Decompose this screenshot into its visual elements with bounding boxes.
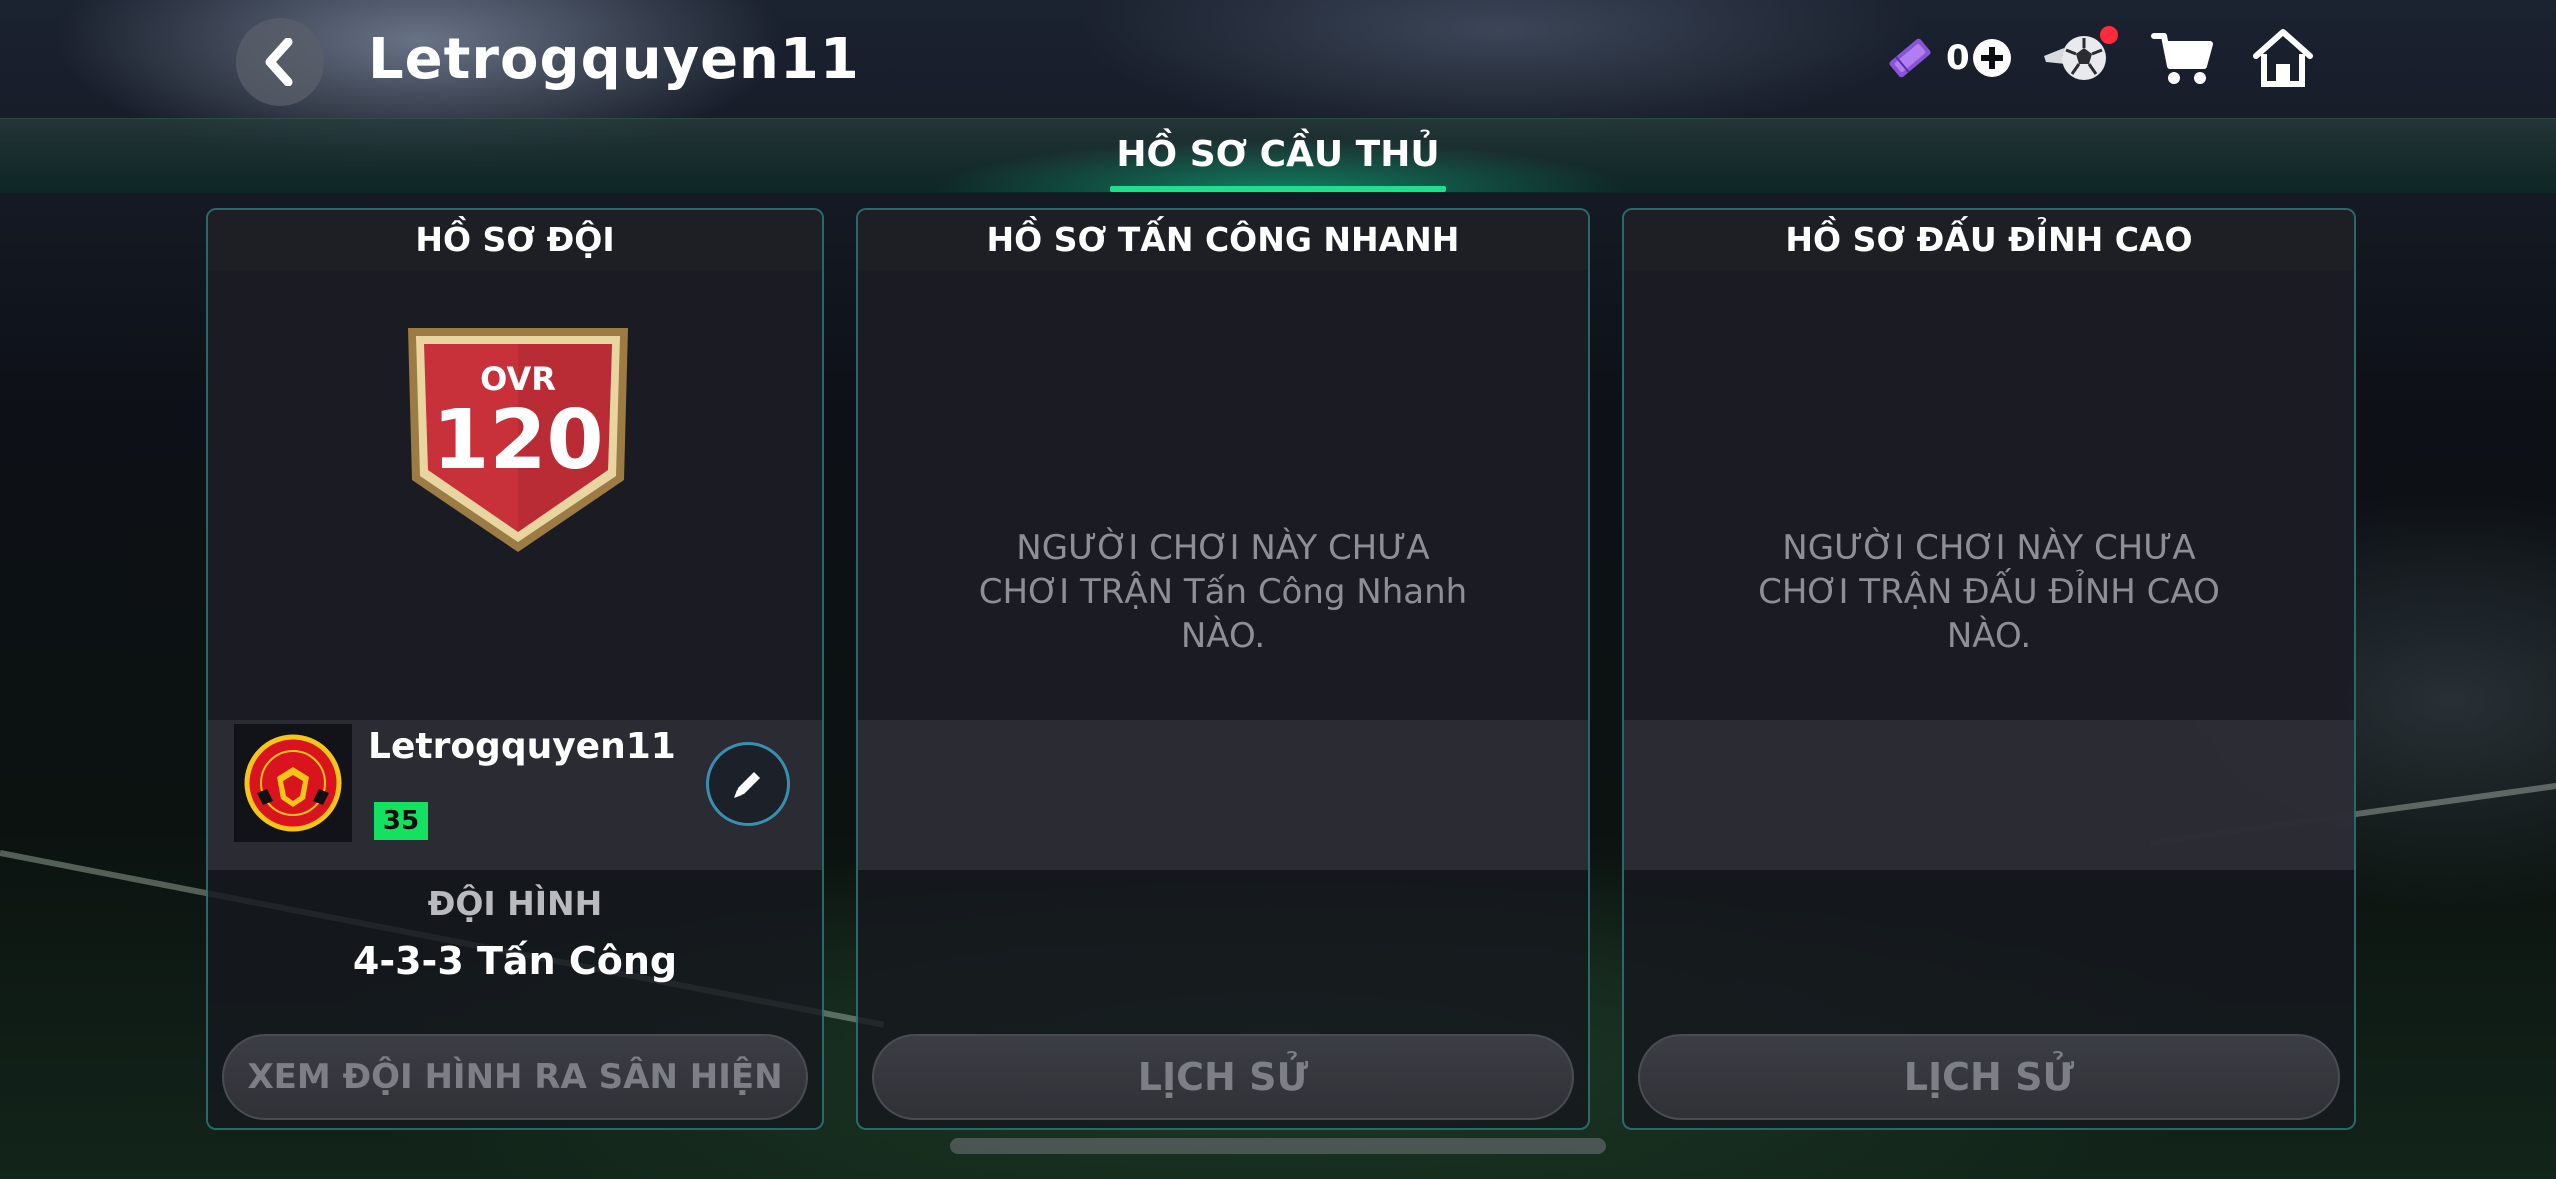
tab-underline bbox=[1110, 186, 1446, 192]
quick-history-button[interactable]: LỊCH SỬ bbox=[872, 1034, 1574, 1120]
elite-empty-message: NGƯỜI CHƠI NÀY CHƯA CHƠI TRẬN ĐẤU ĐỈNH C… bbox=[1758, 528, 2220, 656]
tab-player-profile[interactable]: HỒ SƠ CẦU THỦ bbox=[1100, 118, 1456, 192]
cart-icon[interactable] bbox=[2150, 28, 2214, 88]
formation-label: ĐỘI HÌNH bbox=[427, 884, 603, 923]
ticket-icon[interactable] bbox=[1884, 32, 1936, 84]
add-icon bbox=[1973, 39, 2011, 77]
home-indicator[interactable] bbox=[950, 1138, 1606, 1154]
notification-dot bbox=[2100, 26, 2118, 44]
elite-match-panel: HỒ SƠ ĐẤU ĐỈNH CAO NGƯỜI CHƠI NÀY CHƯA C… bbox=[1622, 208, 2356, 1130]
club-logo bbox=[234, 724, 352, 842]
quick-empty-message: NGƯỜI CHƠI NÀY CHƯA CHƠI TRẬN Tấn Công N… bbox=[978, 528, 1468, 656]
ovr-value: 120 bbox=[432, 393, 603, 488]
ovr-badge: OVR 120 bbox=[408, 328, 628, 552]
back-button[interactable] bbox=[236, 18, 324, 106]
elite-panel-mid bbox=[1624, 720, 2354, 870]
back-icon bbox=[265, 38, 293, 86]
team-panel-title: HỒ SƠ ĐỘI bbox=[208, 210, 822, 270]
elite-panel-title: HỒ SƠ ĐẤU ĐỈNH CAO bbox=[1624, 210, 2354, 270]
formation-value: 4-3-3 Tấn Công bbox=[352, 939, 678, 983]
team-profile-panel: HỒ SƠ ĐỘI OVR 120 Letrogquyen11 35 ĐỘI H… bbox=[206, 208, 824, 1130]
team-username: Letrogquyen11 bbox=[368, 726, 676, 767]
elite-history-button[interactable]: LỊCH SỬ bbox=[1638, 1034, 2340, 1120]
page-username: Letrogquyen11 bbox=[368, 27, 860, 92]
quick-panel-title: HỒ SƠ TẤN CÔNG NHANH bbox=[858, 210, 1588, 270]
add-coins-button[interactable] bbox=[1972, 38, 2012, 78]
home-icon[interactable] bbox=[2252, 26, 2314, 88]
pencil-icon bbox=[734, 772, 760, 798]
quick-attack-panel: HỒ SƠ TẤN CÔNG NHANH NGƯỜI CHƠI NÀY CHƯA… bbox=[856, 208, 1590, 1130]
edit-profile-button[interactable] bbox=[706, 742, 790, 826]
level-badge: 35 bbox=[374, 802, 428, 840]
quick-panel-mid bbox=[858, 720, 1588, 870]
coin-count: 0 bbox=[1946, 38, 1970, 78]
view-current-lineup-button[interactable]: XEM ĐỘI HÌNH RA SÂN HIỆN TẠI bbox=[222, 1034, 808, 1120]
